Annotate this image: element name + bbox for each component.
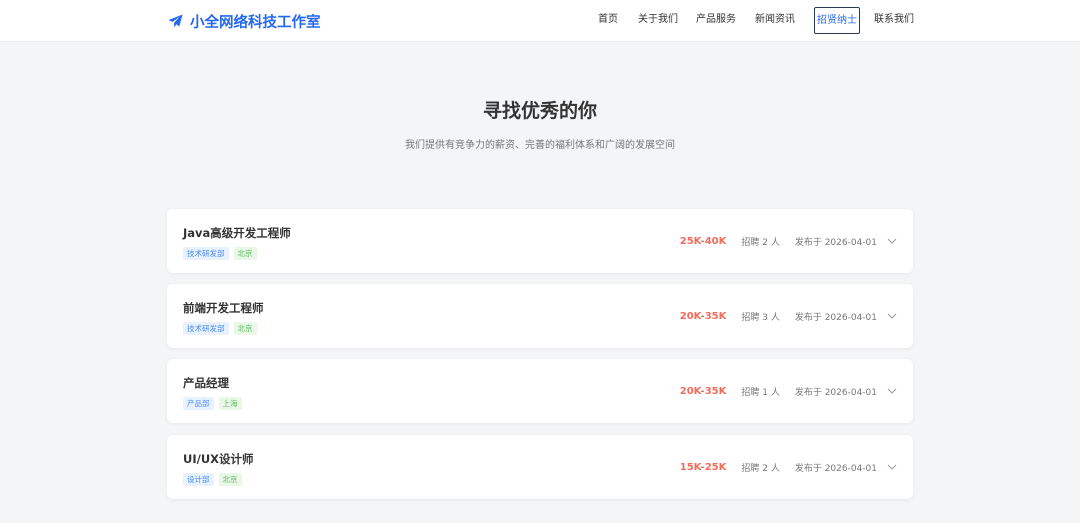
paper-plane-icon — [168, 14, 183, 28]
job-meta: 20K-35K 招聘 1 人 发布于 2026-04-01 — [670, 359, 897, 423]
headcount: 招聘 3 人 — [741, 312, 780, 323]
job-meta: 20K-35K 招聘 3 人 发布于 2026-04-01 — [670, 284, 897, 348]
brand-name: 小全网络科技工作室 — [190, 14, 321, 31]
job-tags: 技术研发部 北京 — [183, 247, 257, 260]
job-tags: 技术研发部 北京 — [183, 322, 257, 335]
chevron-down-icon[interactable] — [887, 462, 897, 472]
top-navbar: 小全网络科技工作室 首页 关于我们 产品服务 新闻资讯 招贤纳士 联系我们 — [0, 0, 1080, 42]
post-date: 发布于 2026-04-01 — [794, 237, 877, 248]
job-title: Java高级开发工程师 — [183, 226, 291, 240]
location-tag: 北京 — [233, 247, 257, 260]
department-tag: 设计部 — [183, 473, 214, 486]
nav-item-home[interactable]: 首页 — [598, 7, 618, 34]
job-card[interactable]: UI/UX设计师 设计部 北京 15K-25K 招聘 2 人 发布于 2026-… — [167, 435, 913, 499]
job-title: 前端开发工程师 — [183, 301, 264, 315]
salary-range: 15K-25K — [679, 461, 727, 473]
headcount: 招聘 2 人 — [741, 237, 780, 248]
job-card[interactable]: 前端开发工程师 技术研发部 北京 20K-35K 招聘 3 人 发布于 2026… — [167, 284, 913, 348]
headcount: 招聘 2 人 — [741, 463, 780, 474]
nav-item-contact[interactable]: 联系我们 — [874, 7, 914, 34]
job-card[interactable]: 产品经理 产品部 上海 20K-35K 招聘 1 人 发布于 2026-04-0… — [167, 359, 913, 423]
post-date: 发布于 2026-04-01 — [794, 463, 877, 474]
salary-range: 20K-35K — [679, 385, 727, 397]
brand-logo[interactable]: 小全网络科技工作室 — [168, 10, 321, 32]
headcount: 招聘 1 人 — [741, 387, 780, 398]
department-tag: 技术研发部 — [183, 247, 229, 260]
nav-item-about[interactable]: 关于我们 — [638, 7, 678, 34]
location-tag: 北京 — [218, 473, 242, 486]
job-tags: 产品部 上海 — [183, 397, 242, 410]
job-title: UI/UX设计师 — [183, 452, 254, 466]
chevron-down-icon[interactable] — [887, 311, 897, 321]
salary-range: 20K-35K — [679, 310, 727, 322]
job-meta: 25K-40K 招聘 2 人 发布于 2026-04-01 — [670, 209, 897, 273]
department-tag: 产品部 — [183, 397, 214, 410]
post-date: 发布于 2026-04-01 — [794, 312, 877, 323]
job-tags: 设计部 北京 — [183, 473, 242, 486]
job-title: 产品经理 — [183, 376, 229, 390]
location-tag: 北京 — [233, 322, 257, 335]
chevron-down-icon[interactable] — [887, 386, 897, 396]
job-meta: 15K-25K 招聘 2 人 发布于 2026-04-01 — [670, 435, 897, 499]
nav-item-careers[interactable]: 招贤纳士 — [814, 7, 860, 34]
chevron-down-icon[interactable] — [887, 236, 897, 246]
job-card[interactable]: Java高级开发工程师 技术研发部 北京 25K-40K 招聘 2 人 发布于 … — [167, 209, 913, 273]
page-title: 寻找优秀的你 — [482, 100, 597, 122]
nav-item-news[interactable]: 新闻资讯 — [755, 7, 795, 34]
post-date: 发布于 2026-04-01 — [794, 387, 877, 398]
location-tag: 上海 — [218, 397, 242, 410]
salary-range: 25K-40K — [679, 235, 727, 247]
department-tag: 技术研发部 — [183, 322, 229, 335]
nav-item-products[interactable]: 产品服务 — [696, 7, 736, 34]
page-subtitle: 我们提供有竞争力的薪资、完善的福利体系和广阔的发展空间 — [405, 140, 675, 151]
